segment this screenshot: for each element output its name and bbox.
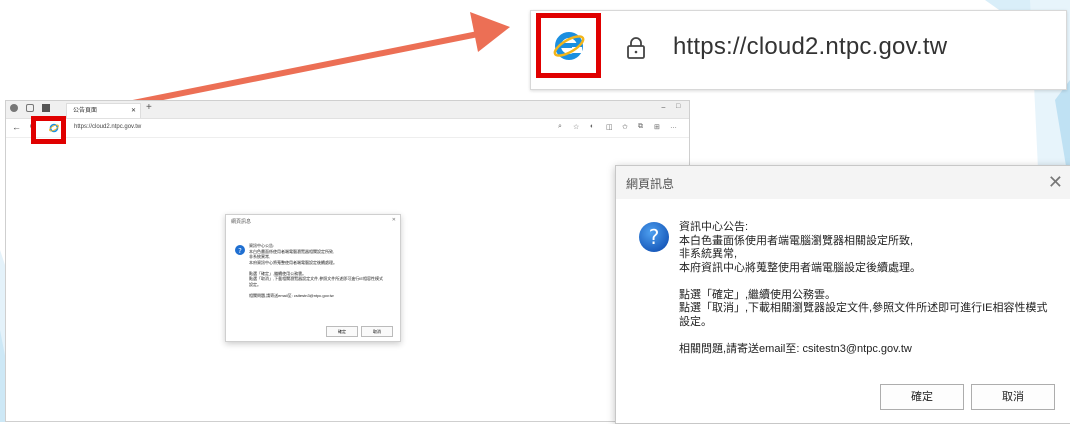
web-message-dialog: 網頁訊息 ✕ ? 資訊中心公告: 本白色畫面係使用者端電腦瀏覽器相關設定所致, …	[615, 165, 1070, 424]
ie-icon-highlight	[31, 116, 66, 144]
thumb-ok-button[interactable]: 確定	[326, 326, 358, 337]
svg-text:?: ?	[649, 225, 660, 249]
address-url-small[interactable]: https://cloud2.ntpc.gov.tw	[74, 124, 141, 130]
ok-button[interactable]: 確定	[880, 384, 964, 410]
ie-icon[interactable]	[552, 29, 586, 63]
favorites-icon[interactable]: ✩	[622, 123, 628, 131]
tab-close-icon[interactable]: ✕	[131, 104, 136, 118]
message-line: 點選「取消」,下載相關瀏覽器設定文件,參照文件所述即可進行IE相容性模式	[679, 302, 1048, 314]
favorite-star-icon[interactable]: ☆	[573, 123, 579, 131]
address-url[interactable]: https://cloud2.ntpc.gov.tw	[673, 33, 947, 61]
dialog-message: 資訊中心公告: 本白色畫面係使用者端電腦瀏覽器相關設定所致, 非系統異常, 本府…	[679, 221, 1048, 356]
message-line: 本白色畫面係使用者端電腦瀏覽器相關設定所致,	[679, 234, 914, 247]
dialog-thumbnail-body: 資訊中心公告: 本白色畫面係使用者端電腦瀏覽器相關設定所致, 非系統異常, 本府…	[249, 243, 399, 298]
thumb-line: 點選「取消」,下載相關瀏覽器設定文件,參照文件所述即可進行IE相容性模式	[249, 276, 384, 281]
more-icon[interactable]: …	[670, 123, 677, 130]
tracking-icon[interactable]: ◐	[590, 123, 594, 130]
cancel-button[interactable]: 取消	[971, 384, 1055, 410]
ie-mode-highlight	[536, 13, 601, 78]
extensions-icon[interactable]: ⊞	[654, 123, 660, 131]
address-bar: ← C https://cloud2.ntpc.gov.tw ⌕ ☆ ◐ ◫ ✩…	[6, 119, 689, 138]
close-icon[interactable]: ✕	[1048, 172, 1063, 193]
question-icon-small: ?	[235, 245, 245, 255]
dialog-thumbnail-title: 網頁訊息	[231, 219, 252, 225]
dialog-title: 網頁訊息	[626, 177, 675, 191]
toolbar-icons: ⌕ ☆ ◐ ◫ ✩ ⧉ ⊞ …	[558, 123, 686, 133]
message-line: 設定。	[679, 315, 712, 328]
dialog-titlebar: 網頁訊息 ✕	[616, 166, 1070, 198]
message-line: 相關問題,請寄送email至: csitestn3@ntpc.gov.tw	[679, 342, 912, 355]
minimize-button[interactable]: −	[661, 103, 666, 112]
message-line: 本府資訊中心將蒐整使用者端電腦設定後續處理。	[679, 261, 921, 274]
collections-icon[interactable]: ⧉	[638, 123, 643, 131]
maximize-button[interactable]: □	[676, 103, 680, 110]
thumb-cancel-button[interactable]: 取消	[361, 326, 393, 337]
dialog-thumbnail: 網頁訊息 ✕ ? 資訊中心公告: 本白色畫面係使用者端電腦瀏覽器相關設定所致, …	[225, 214, 401, 342]
message-line: 點選「確定」,繼續使用公務雲。	[679, 288, 837, 301]
tab-active[interactable]: 公告頁面 ✕	[66, 103, 141, 118]
tab-bar: 公告頁面 ✕ + − □	[6, 101, 689, 119]
back-button[interactable]: ←	[12, 122, 21, 132]
dialog-content: ? 資訊中心公告: 本白色畫面係使用者端電腦瀏覽器相關設定所致, 非系統異常, …	[616, 199, 1070, 423]
workspaces-icon[interactable]	[26, 104, 34, 112]
zoomed-address-bar: https://cloud2.ntpc.gov.tw	[530, 10, 1067, 90]
tab-label: 公告頁面	[73, 108, 98, 114]
message-line: 資訊中心公告:	[679, 221, 749, 233]
message-line: 非系統異常,	[679, 248, 738, 260]
new-tab-button[interactable]: +	[146, 102, 152, 113]
zoom-icon[interactable]: ⌕	[558, 123, 562, 131]
tab-actions-icon[interactable]	[42, 104, 50, 112]
dialog-thumbnail-close-icon[interactable]: ✕	[392, 217, 396, 223]
thumb-line: 相關問題,請寄送email至: csitestn3@ntpc.gov.tw	[249, 292, 334, 298]
lock-icon[interactable]	[626, 36, 646, 60]
profile-icon[interactable]	[10, 104, 18, 112]
split-screen-icon[interactable]: ◫	[606, 123, 613, 131]
question-icon: ?	[639, 222, 669, 252]
svg-text:?: ?	[238, 247, 242, 255]
